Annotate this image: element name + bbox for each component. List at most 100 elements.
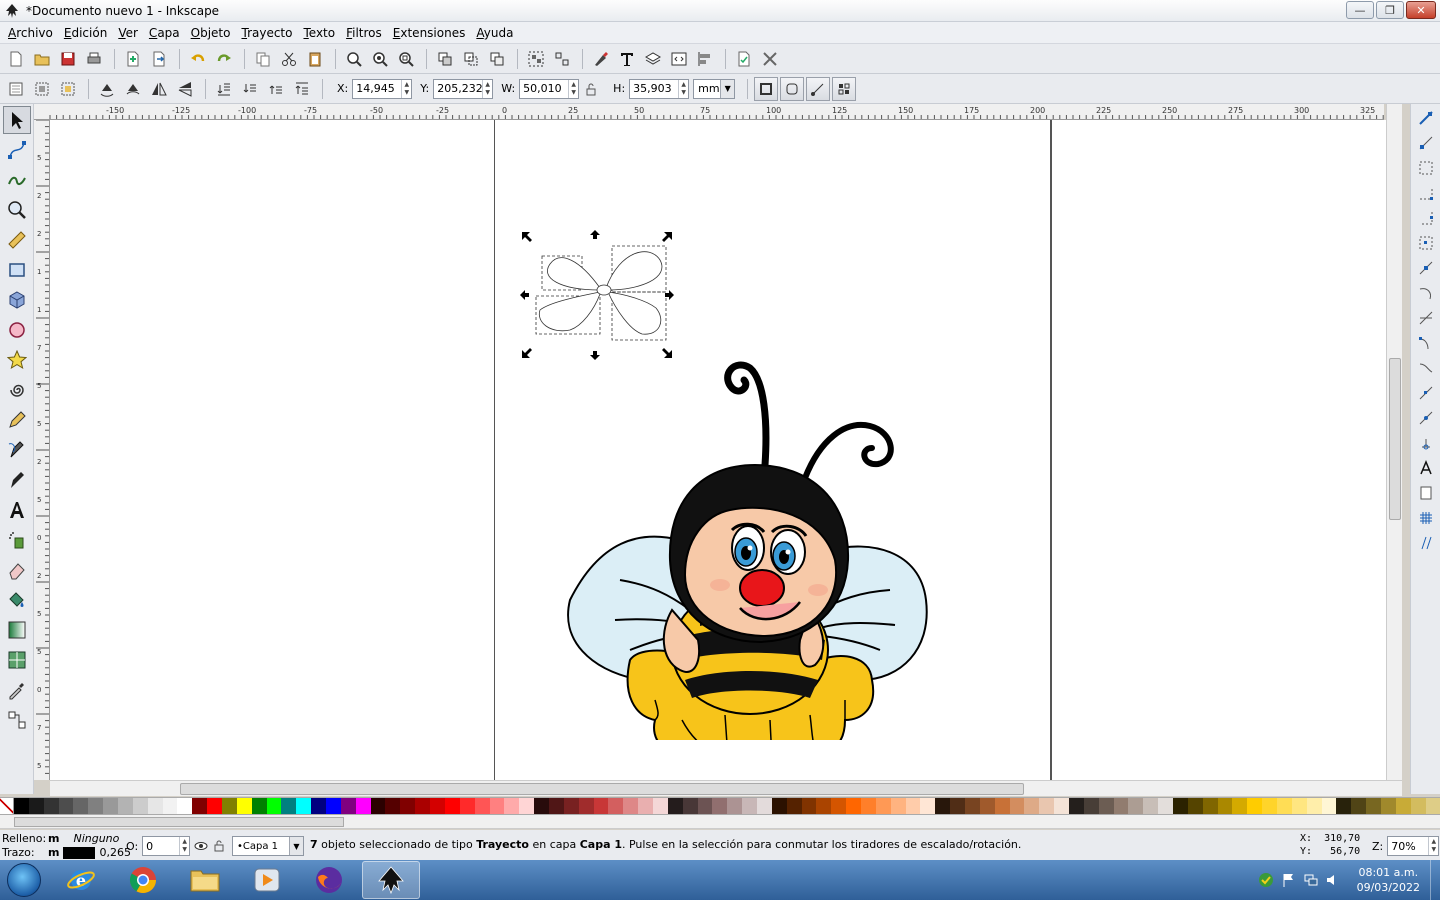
color-swatch[interactable] xyxy=(326,798,341,814)
color-swatch[interactable] xyxy=(965,798,980,814)
snap-smooth-toggle[interactable] xyxy=(1415,357,1437,379)
paste-button[interactable] xyxy=(303,47,327,71)
color-swatch[interactable] xyxy=(1113,798,1129,814)
color-swatch[interactable] xyxy=(1291,798,1307,814)
pen-tool[interactable] xyxy=(3,436,31,464)
flip-horizontal-button[interactable] xyxy=(147,77,171,101)
dropper-tool[interactable] xyxy=(3,676,31,704)
rotate-cw-button[interactable] xyxy=(121,77,145,101)
snap-line-midpoint-toggle[interactable] xyxy=(1415,382,1437,404)
color-swatch[interactable] xyxy=(385,798,401,814)
lower-to-bottom-button[interactable] xyxy=(212,77,236,101)
color-swatch[interactable] xyxy=(1410,798,1426,814)
color-swatch[interactable] xyxy=(1054,798,1070,814)
spiral-tool[interactable] xyxy=(3,376,31,404)
color-swatch[interactable] xyxy=(1217,798,1233,814)
scale-patterns-toggle[interactable] xyxy=(832,76,857,101)
unit-select[interactable]: mm ▼ xyxy=(693,78,736,99)
rectangle-tool[interactable] xyxy=(3,256,31,284)
taskbar-media-player[interactable] xyxy=(238,861,296,899)
taskbar-inkscape[interactable] xyxy=(362,861,420,899)
color-swatch[interactable] xyxy=(43,798,59,814)
scale-stroke-toggle[interactable] xyxy=(754,76,779,101)
snap-page-border-toggle[interactable] xyxy=(1415,482,1437,504)
layer-select[interactable]: •Capa 1 ▼ xyxy=(232,836,304,856)
color-swatch[interactable] xyxy=(1381,798,1396,814)
fill-stroke-indicator[interactable]: Relleno: m Ninguno Trazo: m 0,265 xyxy=(2,832,131,860)
deselect-button[interactable] xyxy=(56,77,80,101)
color-swatch[interactable] xyxy=(1039,798,1055,814)
color-swatch[interactable] xyxy=(994,798,1010,814)
rotate-ccw-button[interactable] xyxy=(95,77,119,101)
color-swatch[interactable] xyxy=(563,798,579,814)
color-swatch[interactable] xyxy=(474,798,490,814)
volume-icon[interactable] xyxy=(1325,872,1341,888)
color-swatch[interactable] xyxy=(1247,798,1263,814)
color-swatch[interactable] xyxy=(638,798,653,814)
snap-rotation-center-toggle[interactable] xyxy=(1415,432,1437,454)
group-button[interactable] xyxy=(524,47,548,71)
color-swatch[interactable] xyxy=(846,798,861,814)
color-swatch[interactable] xyxy=(415,798,431,814)
color-swatch[interactable] xyxy=(608,798,624,814)
color-swatch[interactable] xyxy=(1366,798,1382,814)
color-swatch[interactable] xyxy=(504,798,520,814)
network-icon[interactable] xyxy=(1303,872,1319,888)
color-swatch[interactable] xyxy=(712,798,728,814)
chevron-down-icon[interactable]: ▼ xyxy=(720,79,735,98)
y-field[interactable]: 205,232 ▲ ▼ xyxy=(433,78,494,99)
zoom-field[interactable]: 70% ▲ ▼ xyxy=(1387,836,1440,856)
xml-editor-button[interactable] xyxy=(667,47,691,71)
color-swatch[interactable] xyxy=(132,798,148,814)
h-spin-arrows[interactable]: ▲ ▼ xyxy=(678,79,688,98)
h-field[interactable]: 35,903 ▲ ▼ xyxy=(629,78,690,99)
ellipse-tool[interactable] xyxy=(3,316,31,344)
color-swatch[interactable] xyxy=(1395,798,1411,814)
pencil-tool[interactable] xyxy=(3,406,31,434)
color-swatch[interactable] xyxy=(979,798,995,814)
snap-bbox-center-toggle[interactable] xyxy=(1415,232,1437,254)
color-swatch[interactable] xyxy=(905,798,921,814)
lower-button[interactable] xyxy=(238,77,262,101)
color-swatch[interactable] xyxy=(875,798,891,814)
measure-tool[interactable] xyxy=(3,226,31,254)
chevron-down-icon[interactable]: ▼ xyxy=(289,837,303,855)
color-swatch[interactable] xyxy=(697,798,713,814)
eraser-tool[interactable] xyxy=(3,556,31,584)
color-swatch[interactable] xyxy=(1336,798,1352,814)
color-swatch[interactable] xyxy=(1024,798,1040,814)
zoom-drawing-button[interactable] xyxy=(368,47,392,71)
flip-vertical-button[interactable] xyxy=(173,77,197,101)
opacity-value[interactable]: 0 xyxy=(143,840,179,853)
color-swatch[interactable] xyxy=(890,798,906,814)
h-value[interactable]: 35,903 xyxy=(630,82,678,95)
color-swatch[interactable] xyxy=(459,798,475,814)
menu-edicion[interactable]: Edición xyxy=(60,26,114,40)
color-swatch[interactable] xyxy=(311,798,327,814)
palette-scrollbar[interactable] xyxy=(0,815,1440,829)
w-field[interactable]: 50,010 ▲ ▼ xyxy=(519,78,580,99)
color-swatch[interactable] xyxy=(1351,798,1367,814)
fill-stroke-button[interactable] xyxy=(589,47,613,71)
color-swatch[interactable] xyxy=(177,798,193,814)
color-swatch[interactable] xyxy=(58,798,74,814)
menu-texto[interactable]: Texto xyxy=(299,26,342,40)
color-swatch[interactable] xyxy=(920,798,936,814)
zoom-selection-button[interactable] xyxy=(342,47,366,71)
menu-extensiones[interactable]: Extensiones xyxy=(389,26,473,40)
bee-illustration[interactable] xyxy=(560,240,940,740)
color-swatch[interactable] xyxy=(192,798,208,814)
color-swatch[interactable] xyxy=(340,798,356,814)
snap-object-center-toggle[interactable] xyxy=(1415,407,1437,429)
color-swatch[interactable] xyxy=(935,798,951,814)
color-swatch[interactable] xyxy=(1069,798,1084,814)
selector-tool[interactable] xyxy=(3,106,31,134)
calligraphy-tool[interactable] xyxy=(3,466,31,494)
color-swatch[interactable] xyxy=(623,798,639,814)
zoom-value[interactable]: 70% xyxy=(1388,840,1428,853)
color-swatch[interactable] xyxy=(742,798,757,814)
color-swatch[interactable] xyxy=(1009,798,1025,814)
horizontal-scroll-thumb[interactable] xyxy=(180,783,1024,795)
color-swatch[interactable] xyxy=(593,798,609,814)
y-spin-arrows[interactable]: ▲ ▼ xyxy=(482,79,492,98)
